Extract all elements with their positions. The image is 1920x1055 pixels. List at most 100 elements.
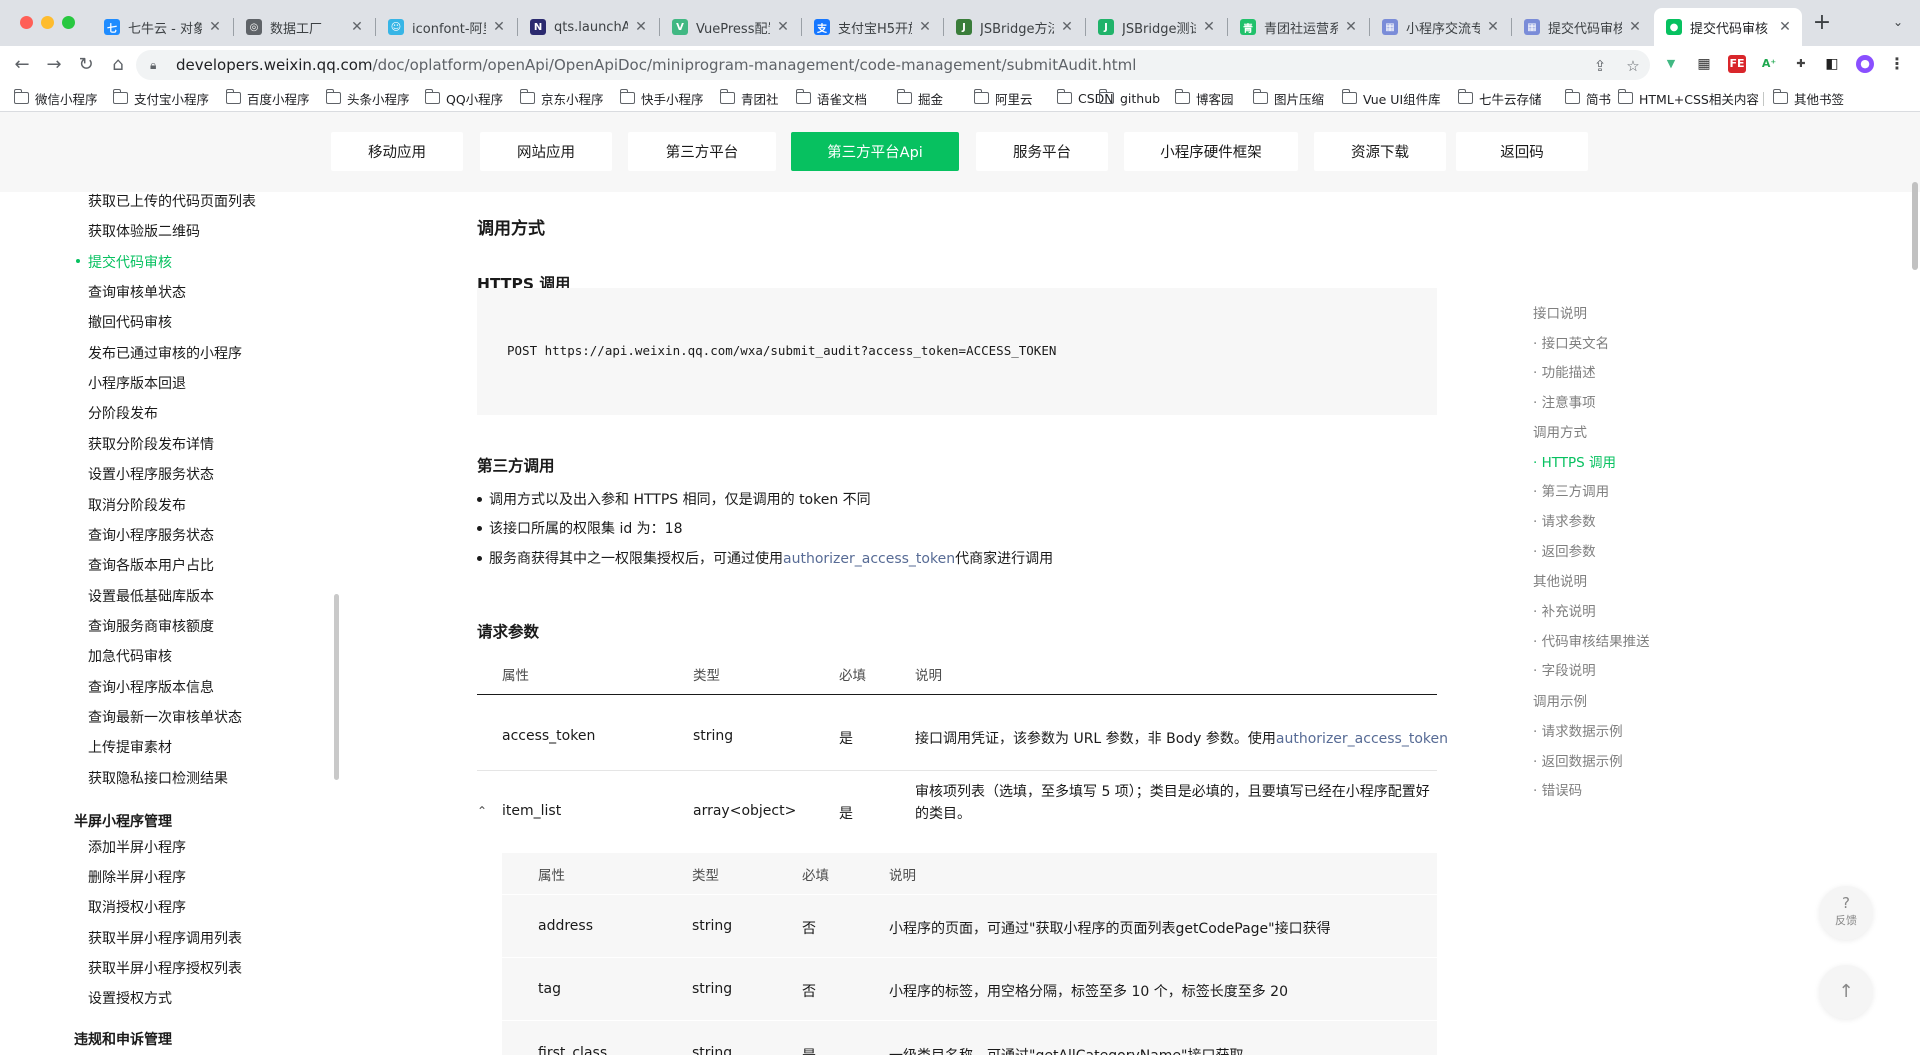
tab-close-icon[interactable]: ✕ (208, 19, 222, 35)
sidebar-item[interactable]: 添加半屏小程序 (88, 837, 186, 857)
sidebar-item[interactable]: 分阶段发布 (88, 403, 158, 423)
browser-tab[interactable]: 青青团社运营系统 ✕ (1228, 8, 1368, 46)
toc-item[interactable]: · 第三方调用 (1533, 480, 1609, 500)
feedback-button[interactable]: ? 反馈 (1819, 886, 1873, 940)
fehelper-extension-icon[interactable]: FE (1728, 55, 1746, 73)
topnav-item[interactable]: 资源下载 (1314, 132, 1446, 171)
browser-tab[interactable]: ◎ 数据工厂 ✕ (234, 8, 374, 46)
browser-tab[interactable]: J JSBridge测试 ✕ (1086, 8, 1226, 46)
sidebar-item[interactable]: 获取分阶段发布详情 (88, 434, 214, 454)
sidebar-item[interactable]: 提交代码审核 (76, 252, 172, 272)
sidebar-item[interactable]: 获取半屏小程序调用列表 (88, 928, 242, 948)
toc-item[interactable]: · 接口英文名 (1533, 332, 1609, 352)
toc-item[interactable]: · 功能描述 (1533, 361, 1596, 381)
browser-tab[interactable]: ● 提交代码审核 ✕ (1654, 8, 1802, 46)
browser-tab[interactable]: ▦ 小程序交流专区 ✕ (1370, 8, 1510, 46)
vue-devtools-extension-icon[interactable]: ▼ (1662, 55, 1680, 73)
bookmark-folder[interactable]: 图片压缩 (1252, 88, 1324, 108)
sidebar-scrollbar[interactable] (334, 594, 339, 780)
share-icon[interactable]: ⇪ (1590, 56, 1610, 76)
sidebar-item[interactable]: 获取半屏小程序授权列表 (88, 958, 242, 978)
tab-search-icon[interactable]: ⌄ (1888, 12, 1908, 32)
profile-avatar-icon[interactable]: ● (1856, 55, 1874, 73)
browser-tab[interactable]: 七七牛云 - 对象存储 ✕ (92, 8, 232, 46)
tab-close-icon[interactable]: ✕ (492, 19, 506, 35)
extensions-puzzle-icon[interactable]: ✚ (1792, 55, 1810, 73)
topnav-item[interactable]: 第三方平台Api (791, 132, 959, 171)
sidebar-item[interactable]: 查询审核单状态 (88, 282, 186, 302)
bookmark-folder[interactable]: 青团社 (719, 88, 779, 108)
toc-item[interactable]: 其他说明 (1533, 570, 1587, 590)
forward-arrow-icon[interactable]: → (40, 51, 68, 79)
bookmark-folder[interactable]: 掘金 (896, 88, 943, 108)
home-icon[interactable]: ⌂ (104, 51, 132, 79)
sidebar-item[interactable]: 设置授权方式 (88, 988, 172, 1008)
sidebar-item[interactable]: 撤回代码审核 (88, 312, 172, 332)
browser-tab[interactable]: 支支付宝H5开放 ✕ (802, 8, 942, 46)
browser-tab[interactable]: J JSBridge方法 ✕ (944, 8, 1084, 46)
tab-close-icon[interactable]: ✕ (1344, 19, 1358, 35)
tab-close-icon[interactable]: ✕ (1628, 19, 1642, 35)
qr-code-extension-icon[interactable]: ▦ (1695, 55, 1713, 73)
toc-item[interactable]: 调用示例 (1533, 690, 1587, 710)
tab-close-icon[interactable]: ✕ (1778, 19, 1792, 35)
window-minimize-button[interactable] (41, 16, 54, 29)
sidebar-item[interactable]: 发布已通过审核的小程序 (88, 343, 242, 363)
toc-item[interactable]: · 请求参数 (1533, 510, 1596, 530)
bookmark-folder[interactable]: 语雀文档 (795, 88, 867, 108)
topnav-item[interactable]: 移动应用 (331, 132, 463, 171)
tab-close-icon[interactable]: ✕ (1060, 19, 1074, 35)
sidebar-item[interactable]: 获取已上传的代码页面列表 (88, 191, 256, 211)
sidebar-item[interactable]: 获取体验版二维码 (88, 221, 200, 241)
toc-item[interactable]: · 字段说明 (1533, 659, 1596, 679)
page-scrollbar[interactable] (1912, 182, 1918, 270)
browser-tab[interactable]: ▦ 提交代码审核 ✕ (1512, 8, 1652, 46)
window-close-button[interactable] (20, 16, 33, 29)
sidebar-item[interactable]: 上传提审素材 (88, 737, 172, 757)
topnav-item[interactable]: 服务平台 (976, 132, 1108, 171)
bookmark-folder[interactable]: 其他书签 (1772, 88, 1844, 108)
reload-icon[interactable]: ↻ (72, 51, 100, 79)
side-panel-icon[interactable]: ◧ (1823, 55, 1841, 73)
bookmark-folder[interactable]: 头条小程序 (325, 88, 410, 108)
authorizer-access-token-link[interactable]: authorizer_access_token (783, 551, 955, 567)
bookmark-folder[interactable]: 简书 (1564, 88, 1611, 108)
browser-tab[interactable]: V VuePress配置 ✕ (660, 8, 800, 46)
bookmark-folder[interactable]: 微信小程序 (13, 88, 98, 108)
tab-close-icon[interactable]: ✕ (1486, 19, 1500, 35)
toc-item[interactable]: 调用方式 (1533, 421, 1587, 441)
bookmark-folder[interactable]: QQ小程序 (424, 88, 503, 108)
browser-tab[interactable]: ☺ iconfont-阿里巴巴 ✕ (376, 8, 516, 46)
translate-extension-icon[interactable]: A⁺ (1760, 55, 1778, 73)
bookmark-star-icon[interactable]: ☆ (1623, 56, 1643, 76)
toc-item[interactable]: · 注意事项 (1533, 391, 1596, 411)
toc-item[interactable]: · 补充说明 (1533, 600, 1596, 620)
browser-menu-icon[interactable]: ⋮ (1888, 55, 1906, 73)
bookmark-folder[interactable]: github (1098, 88, 1160, 108)
topnav-item[interactable]: 返回码 (1456, 132, 1588, 171)
sidebar-item[interactable]: 查询服务商审核额度 (88, 616, 214, 636)
back-arrow-icon[interactable]: ← (8, 51, 36, 79)
bookmark-folder[interactable]: 快手小程序 (619, 88, 704, 108)
bookmark-folder[interactable]: 阿里云 (973, 88, 1033, 108)
sidebar-item[interactable]: 设置最低基础库版本 (88, 586, 214, 606)
toc-item[interactable]: · 错误码 (1533, 779, 1582, 799)
sidebar-item[interactable]: 设置小程序服务状态 (88, 464, 214, 484)
collapse-chevron-icon[interactable]: ⌃ (477, 804, 487, 818)
topnav-item[interactable]: 第三方平台 (628, 132, 776, 171)
bookmark-folder[interactable]: HTML+CSS相关内容 (1617, 88, 1759, 108)
bookmark-folder[interactable]: 京东小程序 (519, 88, 604, 108)
bookmark-folder[interactable]: Vue UI组件库 (1341, 88, 1441, 108)
tab-close-icon[interactable]: ✕ (1202, 19, 1216, 35)
sidebar-item[interactable]: 删除半屏小程序 (88, 867, 186, 887)
sidebar-group-title[interactable]: 半屏小程序管理 (74, 811, 172, 831)
browser-tab[interactable]: Nqts.launchApp ✕ (518, 8, 658, 46)
sidebar-group-title[interactable]: 违规和申诉管理 (74, 1029, 172, 1049)
bookmark-folder[interactable]: 百度小程序 (225, 88, 310, 108)
tab-close-icon[interactable]: ✕ (634, 19, 648, 35)
sidebar-item[interactable]: 查询最新一次审核单状态 (88, 707, 242, 727)
window-zoom-button[interactable] (62, 16, 75, 29)
bookmark-folder[interactable]: 博客园 (1174, 88, 1234, 108)
toc-item[interactable]: 接口说明 (1533, 302, 1587, 322)
address-bar[interactable]: 🔒︎ developers.weixin.qq.com/doc/oplatfor… (136, 50, 1650, 80)
